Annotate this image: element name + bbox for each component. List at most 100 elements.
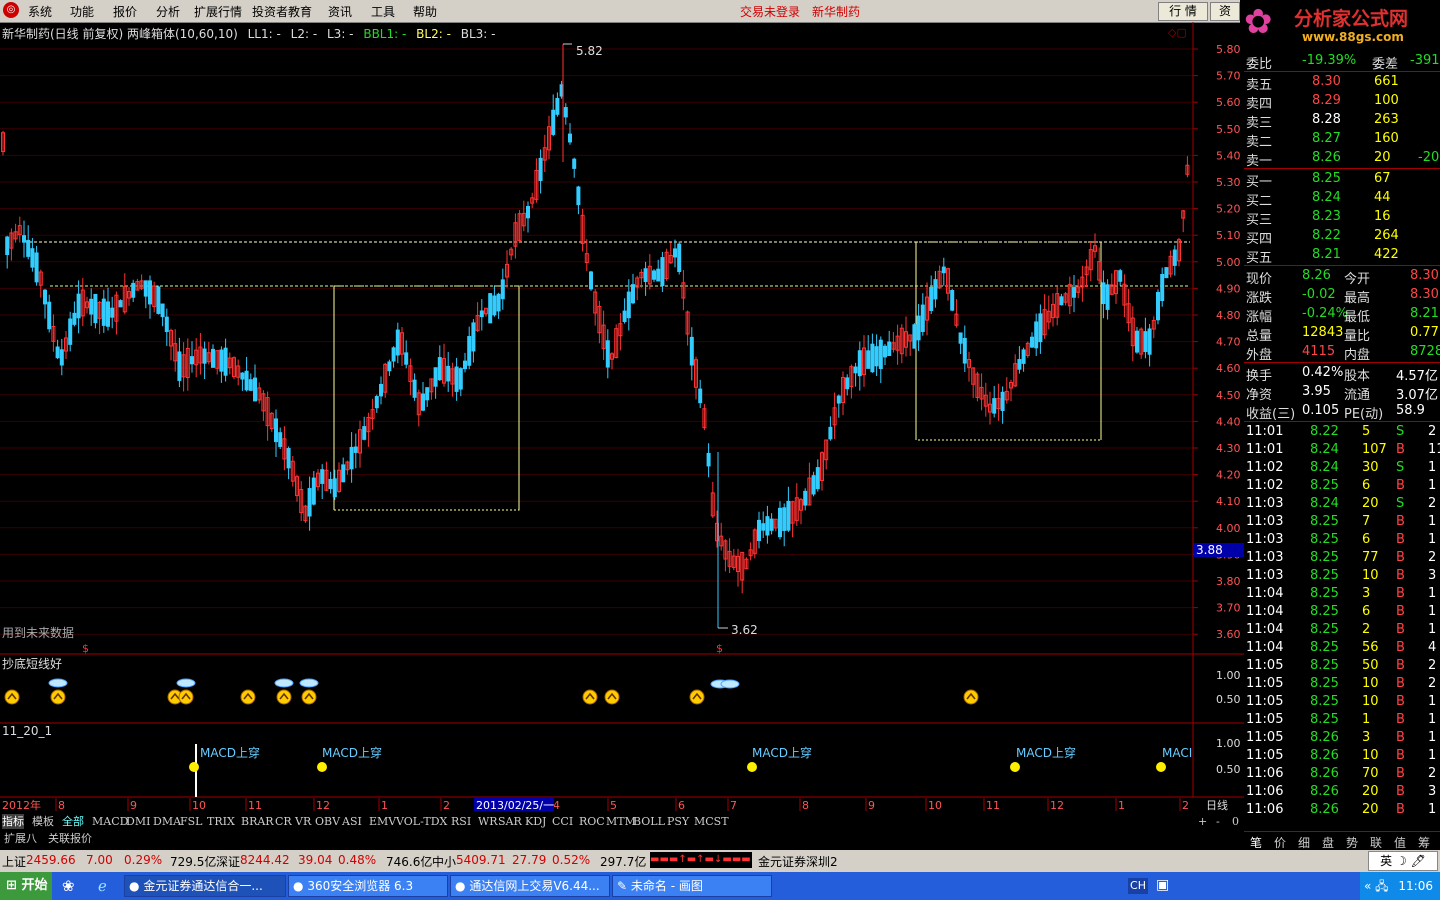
indicator-tab-roc[interactable]: ROC — [579, 814, 605, 829]
buy-level-row: 买三 8.23 16 — [1244, 208, 1440, 228]
help-icon[interactable]: ▣ — [1156, 877, 1169, 893]
clock[interactable]: 11:06 — [1398, 879, 1433, 893]
menu-help[interactable]: 帮助 — [413, 3, 437, 20]
menu-info[interactable]: 资讯 — [328, 3, 352, 20]
quote-tab-0[interactable]: 笔 — [1250, 834, 1262, 851]
task-tdx-main[interactable]: ● 金元证券通达信合一... — [124, 875, 286, 897]
indicator-tab-dmi[interactable]: DMI — [126, 814, 150, 829]
app-logo-icon[interactable]: ◎ — [3, 2, 19, 18]
candle-body — [887, 341, 892, 357]
tick-volume: 50 — [1362, 658, 1379, 673]
candle-body — [425, 387, 430, 401]
menu-function[interactable]: 功能 — [70, 3, 94, 20]
commission-ratio-label: 委比 — [1246, 57, 1273, 72]
tab-op-1[interactable]: - — [1216, 814, 1220, 829]
sell-level-change: -20 — [1418, 150, 1440, 165]
candle-body — [677, 243, 682, 272]
indicator-tab-cci[interactable]: CCI — [552, 814, 573, 829]
tab-op-2[interactable]: 0 — [1232, 814, 1239, 829]
sell-level-row: 卖二 8.27 160 — [1244, 130, 1440, 150]
stat-label-2: 量比 — [1344, 329, 1371, 344]
buy-level-row: 买二 8.24 44 — [1244, 189, 1440, 209]
quote-separator — [1244, 265, 1440, 266]
tab-related-quote[interactable]: 关联报价 — [48, 831, 92, 846]
quote-tab-4[interactable]: 势 — [1346, 834, 1358, 851]
chart-ctrl-icons[interactable]: ◇▢ — [1168, 26, 1187, 39]
quote-tab-7[interactable]: 筹 — [1418, 834, 1430, 851]
menu-tools[interactable]: 工具 — [371, 3, 395, 20]
indicator-tab-vol-tdx[interactable]: VOL-TDX — [396, 814, 447, 829]
indicator-tab-wr[interactable]: WR — [478, 814, 498, 829]
quote-tab-6[interactable]: 值 — [1394, 834, 1406, 851]
tick-direction: B — [1396, 766, 1405, 781]
tick-price: 8.25 — [1310, 694, 1339, 709]
indicator-tab-fsl[interactable]: FSL — [180, 814, 202, 829]
quote-separator — [1244, 421, 1440, 422]
dollar-marker-1: $ — [82, 642, 89, 655]
menu-ext-quote[interactable]: 扩展行情 — [194, 3, 242, 20]
indicator-tab-vr[interactable]: VR — [295, 814, 311, 829]
sell-level-label: 卖五 — [1246, 78, 1273, 93]
language-indicator[interactable]: CH — [1128, 878, 1148, 894]
tick-count: 1 — [1428, 604, 1437, 619]
quote-tab-1[interactable]: 价 — [1274, 834, 1286, 851]
network-icon[interactable]: 🖧 — [1375, 879, 1388, 893]
info-button[interactable]: 资 — [1210, 2, 1240, 21]
indicator-tab-mcst[interactable]: MCST — [694, 814, 729, 829]
broker-server[interactable]: 金元证券深圳2 — [758, 853, 838, 870]
indicator-tab-emv[interactable]: EMV — [369, 814, 396, 829]
tab-op-0[interactable]: + — [1198, 814, 1207, 829]
indicator-tab-rsi[interactable]: RSI — [451, 814, 471, 829]
price-tick-label: 5.10 — [1216, 229, 1241, 242]
tray-expand-icon[interactable]: « — [1364, 879, 1371, 893]
browser-quicklaunch-icon[interactable]: ℯ — [98, 877, 107, 895]
indicator-tab-sar[interactable]: SAR — [498, 814, 522, 829]
tick-row: 11:06 8.26 70 B 2 — [1244, 765, 1440, 784]
menu-analysis[interactable]: 分析 — [156, 3, 180, 20]
candle-body — [118, 300, 123, 308]
tick-time: 11:03 — [1246, 496, 1284, 511]
indicator-tab-macd[interactable]: MACD — [92, 814, 128, 829]
kline-chart[interactable]: 5.82 3.62 用到未来数据 $ $ 5.80 5.70 5.60 5.50 5.4… — [0, 22, 1244, 812]
indicator-tab-asi[interactable]: ASI — [342, 814, 362, 829]
quicklaunch-icon-1[interactable]: ❀ — [62, 877, 75, 895]
buy-level-price: 8.23 — [1312, 209, 1341, 224]
ime-indicator[interactable]: 英 ☽ 🖊 — [1368, 851, 1438, 871]
candle-body — [757, 519, 761, 542]
indicator-tab-trix[interactable]: TRIX — [207, 814, 235, 829]
task-360-browser[interactable]: ● 360安全浏览器 6.3 — [288, 875, 448, 897]
indicator-tab-mtm[interactable]: MTM — [606, 814, 636, 829]
sell-level-price: 8.26 — [1312, 150, 1341, 165]
menu-investor-edu[interactable]: 投资者教育 — [252, 3, 312, 20]
task-tdx-trade[interactable]: ● 通达信网上交易V6.44... — [450, 875, 610, 897]
indicator-tab-指标[interactable]: 指标 — [2, 814, 24, 829]
indicator-tab-cr[interactable]: CR — [275, 814, 292, 829]
indicator-tab-模板[interactable]: 模板 — [32, 814, 54, 829]
indicator-tab-dma[interactable]: DMA — [153, 814, 181, 829]
menu-system[interactable]: 系统 — [28, 3, 52, 20]
quote-tab-5[interactable]: 联 — [1370, 834, 1382, 851]
stat-label: 涨幅 — [1246, 310, 1273, 325]
indicator-tab-kdj[interactable]: KDJ — [525, 814, 546, 829]
quote-button[interactable]: 行 情 — [1158, 2, 1208, 21]
candle-body — [916, 315, 921, 341]
price-tick-label: 4.80 — [1216, 309, 1241, 322]
buy-level-price: 8.25 — [1312, 171, 1341, 186]
tab-ext8[interactable]: 扩展八 — [4, 831, 37, 846]
indicator-tab-obv[interactable]: OBV — [315, 814, 340, 829]
price-tick-label: 4.70 — [1216, 336, 1241, 349]
quote-tab-2[interactable]: 细 — [1298, 834, 1310, 851]
indicator-tab-boll[interactable]: BOLL — [633, 814, 665, 829]
indicator-tab-psy[interactable]: PSY — [667, 814, 689, 829]
quote-separator — [1244, 362, 1440, 363]
indicator-tab-brar[interactable]: BRAR — [241, 814, 274, 829]
task-paint[interactable]: ✎ 未命名 - 画图 — [612, 875, 772, 897]
period-label[interactable]: 日线 — [1206, 798, 1228, 812]
menu-quote[interactable]: 报价 — [113, 3, 137, 20]
quote-tab-3[interactable]: 盘 — [1322, 834, 1334, 851]
stat-value-2: 8728 — [1410, 344, 1440, 359]
start-button[interactable]: ⊞ 开始 — [0, 872, 52, 900]
trade-status[interactable]: 交易未登录 — [740, 3, 800, 20]
candle-body — [437, 357, 442, 381]
indicator-tab-全部[interactable]: 全部 — [62, 814, 84, 829]
